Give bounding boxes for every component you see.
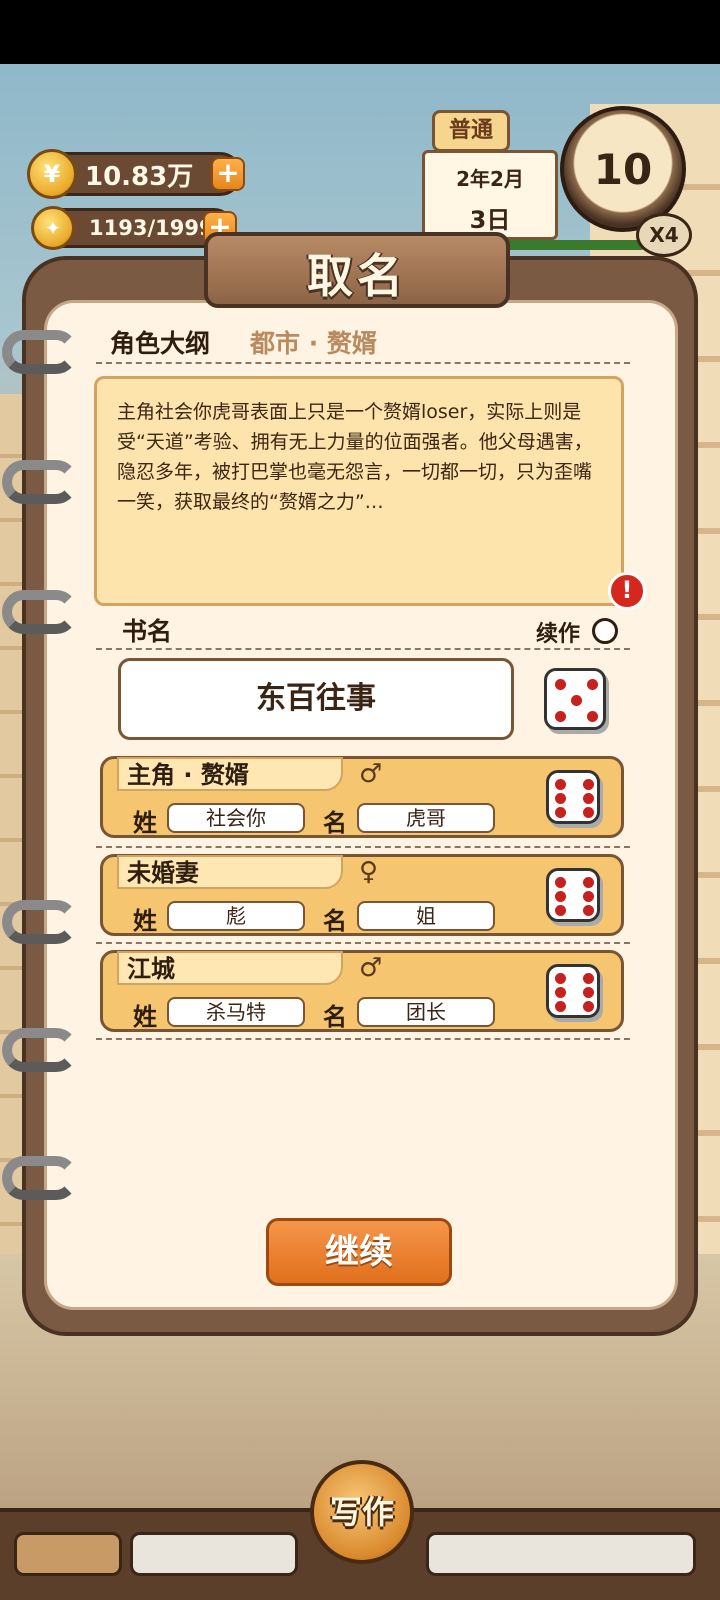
given-name-label: 名 (323, 907, 347, 935)
given-name-field[interactable]: 虎哥 (357, 803, 495, 833)
surname-field[interactable]: 彪 (167, 901, 305, 931)
divider (96, 846, 630, 848)
sequel-label: 续作 (536, 622, 581, 647)
status-bar (0, 0, 720, 64)
nav-slot-secondary[interactable] (130, 1532, 298, 1576)
given-name-field[interactable]: 团长 (357, 997, 495, 1027)
dice-icon[interactable] (546, 868, 600, 922)
energy-icon: ✦ (31, 206, 75, 250)
outline-genre: 都市 · 赘婿 (250, 329, 377, 358)
continue-button[interactable]: 继续 (266, 1218, 452, 1286)
dice-icon[interactable] (544, 668, 606, 730)
coin-amount: 10.83万 (85, 161, 194, 192)
warning-icon[interactable]: ! (608, 572, 646, 610)
surname-label: 姓 (133, 809, 157, 837)
ring-icon (2, 590, 78, 634)
sequel-radio[interactable] (592, 618, 618, 644)
dice-icon[interactable] (546, 964, 600, 1018)
dialog-title-banner: 取名 (204, 232, 510, 308)
character-role: 江城 (117, 951, 343, 985)
coin-icon: ¥ (27, 149, 77, 199)
character-role: 主角 · 赘婿 (117, 757, 343, 791)
outline-label: 角色大纲 (110, 329, 211, 358)
male-icon: ♂ (359, 953, 383, 983)
book-name-label: 书名 (122, 617, 173, 646)
day-count: 10 (593, 144, 653, 194)
given-name-label: 名 (323, 809, 347, 837)
surname-field[interactable]: 社会你 (167, 803, 305, 833)
outline-text: 主角社会你虎哥表面上只是一个赘婿loser，实际上则是受“天道”考验、拥有无上力… (117, 401, 593, 513)
male-icon: ♂ (359, 759, 383, 789)
female-icon: ♀ (359, 857, 379, 887)
given-name-field[interactable]: 姐 (357, 901, 495, 931)
energy-amount: 1193/1999 (89, 216, 214, 240)
divider (96, 648, 630, 650)
calendar-day: 3日 (469, 206, 511, 234)
outline-scroll: 主角社会你虎哥表面上只是一个赘婿loser，实际上则是受“天道”考验、拥有无上力… (94, 376, 624, 606)
divider (96, 942, 630, 944)
ring-icon (2, 1156, 78, 1200)
difficulty-tag: 普通 (432, 110, 510, 152)
time-progress-bar (486, 240, 646, 250)
divider (96, 362, 630, 364)
nav-slot-right[interactable] (426, 1532, 696, 1576)
speed-button[interactable]: X4 (636, 213, 692, 257)
ring-icon (2, 900, 78, 944)
dialog-title: 取名 (307, 249, 407, 303)
ring-icon (2, 1028, 78, 1072)
surname-label: 姓 (133, 907, 157, 935)
ring-icon (2, 330, 78, 374)
write-button[interactable]: 写作 (310, 1460, 414, 1564)
surname-label: 姓 (133, 1003, 157, 1031)
nav-slot-left[interactable] (14, 1532, 122, 1576)
coin-counter: ¥ 10.83万 + (27, 149, 245, 199)
calendar-card: 2年2月 3日 (422, 150, 558, 240)
add-coins-button[interactable]: + (211, 157, 245, 191)
calendar-month: 2年2月 (456, 167, 524, 191)
divider (96, 1038, 630, 1040)
dice-icon[interactable] (546, 770, 600, 824)
character-role: 未婚妻 (117, 855, 343, 889)
book-name-field[interactable]: 东百往事 (118, 658, 514, 740)
surname-field[interactable]: 杀马特 (167, 997, 305, 1027)
given-name-label: 名 (323, 1003, 347, 1031)
ring-icon (2, 460, 78, 504)
